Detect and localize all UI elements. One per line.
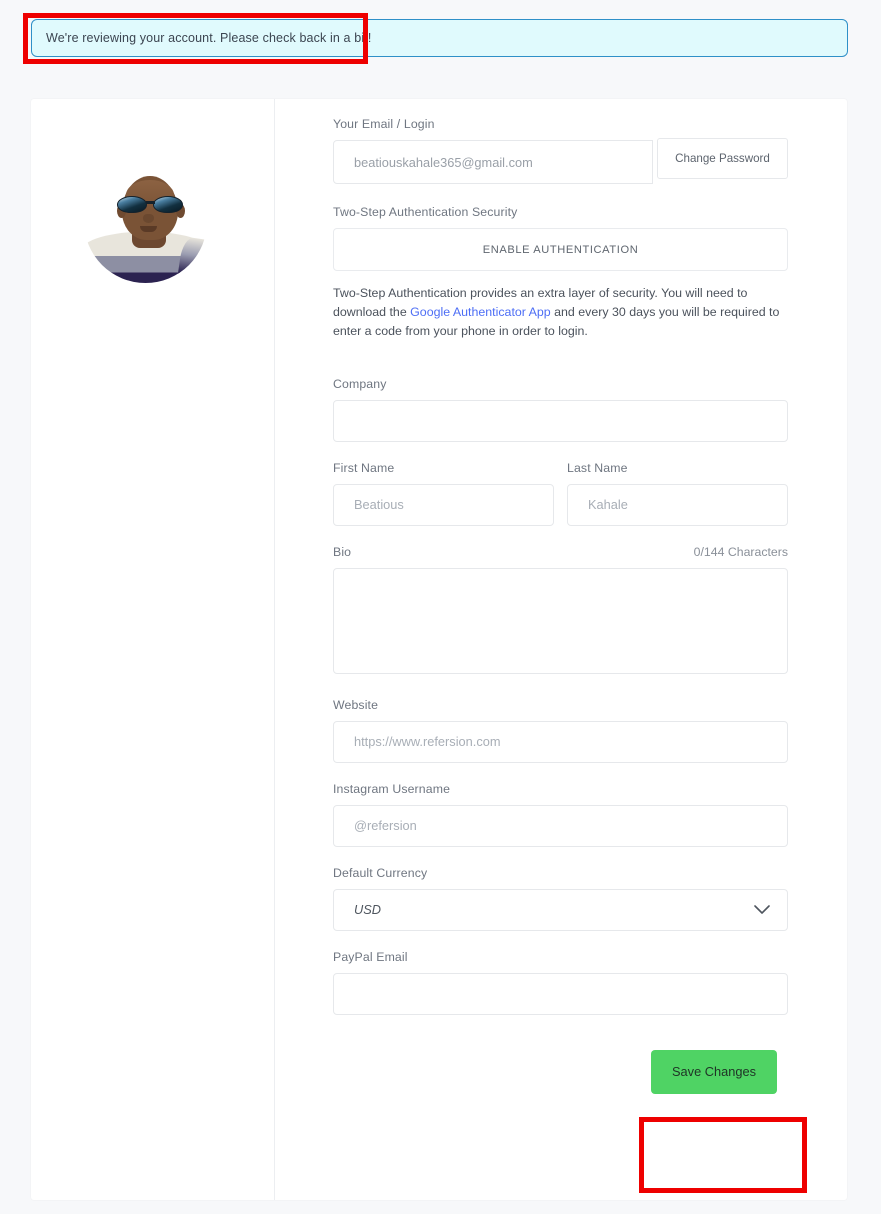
name-row: First Name Last Name bbox=[333, 461, 788, 526]
bio-character-count: 0/144 Characters bbox=[693, 544, 788, 559]
review-banner-wrapper: We're reviewing your account. Please che… bbox=[31, 19, 848, 57]
currency-selected-value: USD bbox=[354, 902, 382, 918]
website-input[interactable] bbox=[333, 720, 788, 763]
bio-textarea[interactable] bbox=[333, 567, 788, 674]
save-row: Save Changes bbox=[333, 1049, 788, 1094]
company-label: Company bbox=[333, 376, 387, 391]
company-field-group: Company bbox=[333, 377, 788, 442]
bio-label-row: Bio 0/144 Characters bbox=[333, 545, 788, 559]
review-banner-text: We're reviewing your account. Please che… bbox=[46, 31, 372, 45]
google-authenticator-link[interactable]: Google Authenticator App bbox=[410, 305, 551, 319]
profile-form: Your Email / Login Change Password Two-S… bbox=[275, 99, 847, 1200]
two-step-group: Two-Step Authentication Security ENABLE … bbox=[333, 205, 788, 341]
paypal-label: PayPal Email bbox=[333, 949, 408, 964]
last-name-input[interactable] bbox=[567, 483, 788, 526]
last-name-field-group: Last Name bbox=[567, 461, 788, 526]
enable-authentication-button[interactable]: ENABLE AUTHENTICATION bbox=[333, 228, 788, 271]
first-name-input[interactable] bbox=[333, 483, 554, 526]
account-settings-card: Your Email / Login Change Password Two-S… bbox=[31, 99, 847, 1200]
first-name-label: First Name bbox=[333, 460, 395, 475]
avatar-glasses-bridge bbox=[146, 201, 155, 204]
two-step-label: Two-Step Authentication Security bbox=[333, 205, 518, 219]
avatar-nose bbox=[143, 214, 154, 223]
email-row: Change Password bbox=[333, 138, 788, 184]
two-step-description: Two-Step Authentication provides an extr… bbox=[333, 284, 785, 341]
email-input[interactable] bbox=[333, 140, 653, 184]
currency-select-wrapper: USD bbox=[333, 888, 788, 931]
website-field-group: Website bbox=[333, 698, 788, 763]
website-label: Website bbox=[333, 697, 379, 712]
bio-label: Bio bbox=[333, 544, 352, 559]
avatar-lens-right bbox=[153, 196, 183, 213]
default-currency-select[interactable]: USD bbox=[333, 888, 788, 931]
instagram-input[interactable] bbox=[333, 804, 788, 847]
currency-label: Default Currency bbox=[333, 865, 428, 880]
instagram-field-group: Instagram Username bbox=[333, 782, 788, 847]
sunglasses-icon bbox=[116, 196, 184, 213]
paypal-field-group: PayPal Email bbox=[333, 950, 788, 1015]
first-name-field-group: First Name bbox=[333, 461, 554, 526]
bio-field-group: Bio 0/144 Characters bbox=[333, 545, 788, 679]
currency-field-group: Default Currency USD bbox=[333, 866, 788, 931]
review-banner: We're reviewing your account. Please che… bbox=[31, 19, 848, 57]
email-field-group: Your Email / Login Change Password bbox=[333, 117, 788, 184]
email-label: Your Email / Login bbox=[333, 117, 435, 131]
change-password-button[interactable]: Change Password bbox=[657, 138, 788, 179]
paypal-email-input[interactable] bbox=[333, 972, 788, 1015]
avatar[interactable] bbox=[84, 160, 207, 283]
avatar-column bbox=[31, 99, 275, 1200]
company-input[interactable] bbox=[333, 399, 788, 442]
save-changes-button[interactable]: Save Changes bbox=[651, 1049, 777, 1094]
last-name-label: Last Name bbox=[567, 460, 628, 475]
avatar-lens-left bbox=[117, 196, 147, 213]
instagram-label: Instagram Username bbox=[333, 781, 451, 796]
